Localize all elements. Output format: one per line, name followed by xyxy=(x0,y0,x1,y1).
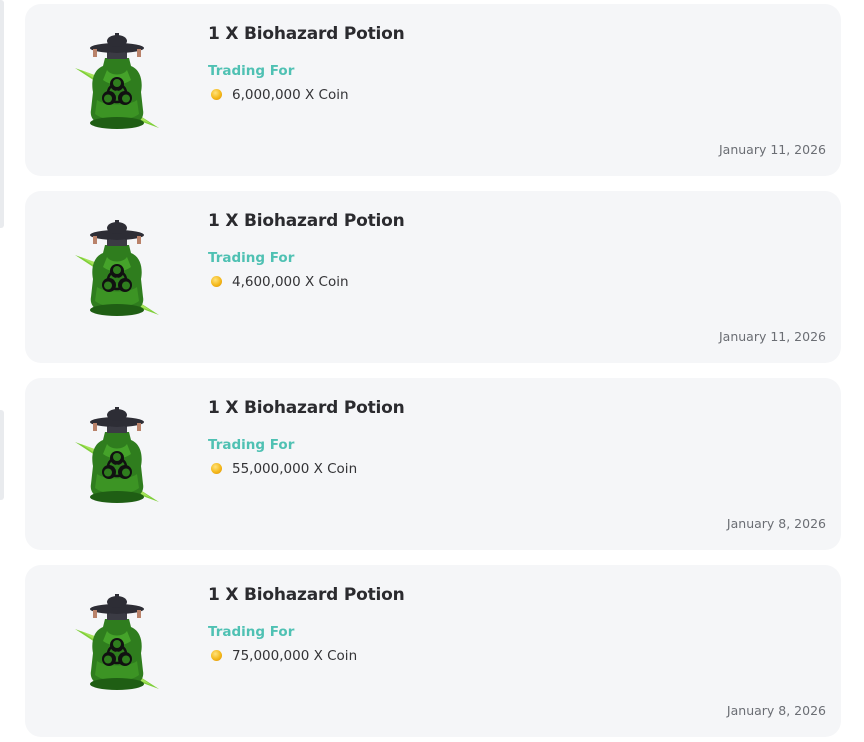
listing-title: 1 X Biohazard Potion xyxy=(208,585,405,605)
biohazard-potion-icon xyxy=(71,404,163,504)
listing-card[interactable]: 1 X Biohazard Potion Trading For 55,000,… xyxy=(25,378,841,550)
price-value: 6,000,000 X Coin xyxy=(232,87,349,103)
trading-for-label: Trading For xyxy=(208,63,295,79)
biohazard-potion-icon xyxy=(71,217,163,317)
coin-icon xyxy=(211,88,222,100)
biohazard-potion-icon xyxy=(71,30,163,130)
listing-date: January 11, 2026 xyxy=(718,142,826,157)
listing-title: 1 X Biohazard Potion xyxy=(208,24,405,44)
left-panel-edge xyxy=(0,0,4,228)
listing-title: 1 X Biohazard Potion xyxy=(208,398,405,418)
trading-for-label: Trading For xyxy=(208,624,295,640)
listing-date: January 8, 2026 xyxy=(726,516,826,531)
listing-date: January 11, 2026 xyxy=(718,329,826,344)
left-panel-edge xyxy=(0,410,4,500)
listing-list: 1 X Biohazard Potion Trading For 6,000,0… xyxy=(25,4,841,742)
listing-card[interactable]: 1 X Biohazard Potion Trading For 75,000,… xyxy=(25,565,841,737)
trading-for-label: Trading For xyxy=(208,250,295,266)
price-row: 75,000,000 X Coin xyxy=(211,648,357,664)
listing-title: 1 X Biohazard Potion xyxy=(208,211,405,231)
price-value: 55,000,000 X Coin xyxy=(232,461,358,477)
trading-for-label: Trading For xyxy=(208,437,295,453)
listing-card[interactable]: 1 X Biohazard Potion Trading For 4,600,0… xyxy=(25,191,841,363)
price-row: 4,600,000 X Coin xyxy=(211,274,349,290)
listing-date: January 8, 2026 xyxy=(726,703,826,718)
listing-card[interactable]: 1 X Biohazard Potion Trading For 6,000,0… xyxy=(25,4,841,176)
price-row: 6,000,000 X Coin xyxy=(211,87,349,103)
price-value: 75,000,000 X Coin xyxy=(232,648,358,664)
biohazard-potion-icon xyxy=(71,591,163,691)
price-row: 55,000,000 X Coin xyxy=(211,461,357,477)
price-value: 4,600,000 X Coin xyxy=(232,274,349,290)
trade-listings-page: 1 X Biohazard Potion Trading For 6,000,0… xyxy=(0,0,864,742)
coin-icon xyxy=(211,275,222,287)
coin-icon xyxy=(211,462,222,474)
coin-icon xyxy=(211,649,222,661)
